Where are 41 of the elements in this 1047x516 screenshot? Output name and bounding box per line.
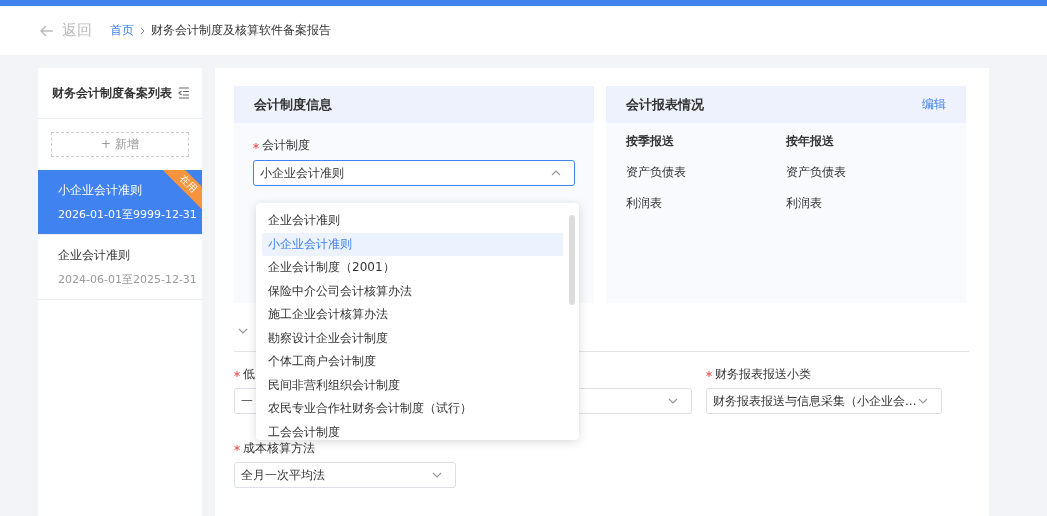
- select-field[interactable]: 全月一次平均法: [234, 462, 456, 488]
- select-field[interactable]: 小企业会计准则: [253, 160, 575, 186]
- card-title: 会计制度信息: [254, 95, 332, 114]
- report-name: 利润表: [626, 195, 663, 212]
- report-name: 资产负债表: [626, 164, 687, 181]
- sidebar-title: 财务会计制度备案列表: [52, 84, 172, 102]
- dropdown-option[interactable]: 保险中介公司会计核算办法: [262, 279, 563, 303]
- field-label: 成本核算方法: [243, 439, 315, 457]
- breadcrumb-link[interactable]: 首页: [110, 22, 134, 39]
- field-label: 财务报表报送小类: [715, 365, 811, 383]
- chevron-icon: [238, 328, 248, 334]
- chevron-icon: [432, 472, 442, 478]
- select-field[interactable]: 财务报表报送与信息采集（小企业会...: [706, 388, 942, 414]
- dropdown-option[interactable]: 个体工商户会计制度: [262, 350, 563, 374]
- item-period: 2024-06-01至2025-12-31: [58, 272, 197, 287]
- collapse-menu-icon[interactable]: [178, 87, 190, 99]
- field-label: 低: [243, 365, 255, 383]
- chevron-icon: [668, 398, 678, 404]
- column-heading: 按年报送: [786, 133, 835, 150]
- chevron-icon: [551, 170, 561, 176]
- dropdown-option[interactable]: 勘察设计企业会计制度: [262, 326, 563, 350]
- column-heading: 按季报送: [626, 133, 675, 150]
- dropdown-option[interactable]: 企业会计准则: [262, 209, 563, 233]
- edit-link[interactable]: 编辑: [922, 96, 946, 113]
- sidebar-item[interactable]: 企业会计准则 2024-06-01至2025-12-31: [38, 235, 202, 300]
- sidebar-item[interactable]: 小企业会计准则 2026-01-01至9999-12-31 在用: [38, 170, 202, 235]
- back-arrow-icon: [40, 24, 54, 37]
- card-title: 会计报表情况: [626, 95, 704, 114]
- report-name: 资产负债表: [786, 164, 847, 181]
- breadcrumb-separator-icon: [140, 26, 145, 35]
- field-label: 会计制度: [262, 137, 310, 154]
- dropdown-option[interactable]: 企业会计制度（2001）: [262, 256, 563, 280]
- dropdown-option[interactable]: 民间非营利组织会计制度: [262, 373, 563, 397]
- dropdown-option[interactable]: 农民专业合作社财务会计制度（试行）: [262, 397, 563, 421]
- report-name: 利润表: [786, 195, 823, 212]
- item-name: 企业会计准则: [58, 247, 130, 264]
- dropdown-option[interactable]: 小企业会计准则: [262, 232, 563, 256]
- chevron-icon: [918, 398, 928, 404]
- item-name: 小企业会计准则: [58, 182, 142, 199]
- breadcrumb-current: 财务会计制度及核算软件备案报告: [151, 22, 331, 39]
- dropdown-option[interactable]: 施工企业会计核算办法: [262, 303, 563, 327]
